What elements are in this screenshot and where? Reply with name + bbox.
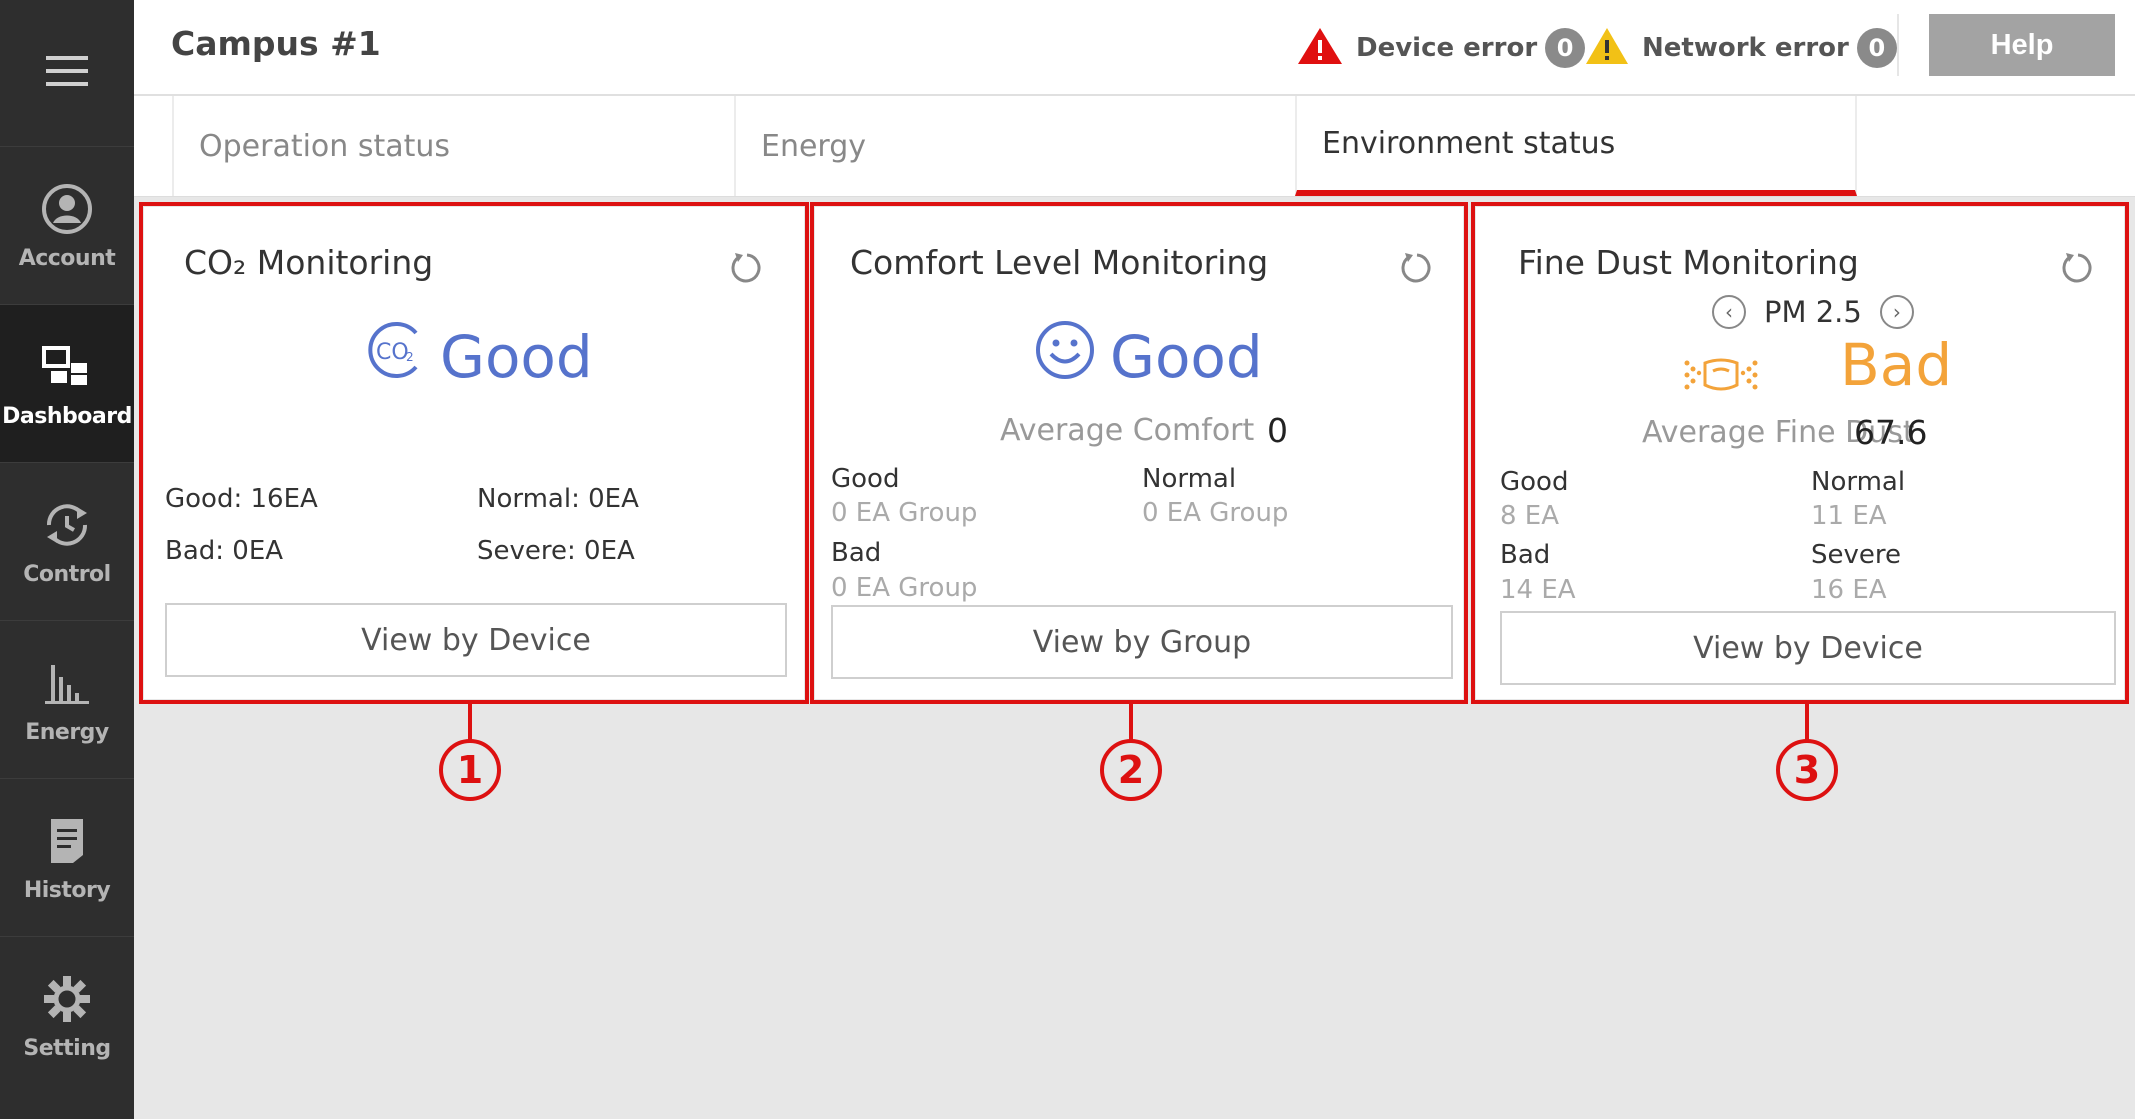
card-title: Comfort Level Monitoring — [850, 243, 1269, 282]
co2-severe-count: Severe: 0EA — [477, 536, 635, 566]
comfort-level-card: Comfort Level Monitoring Good Average Co… — [815, 207, 1463, 699]
sidebar-item-dashboard[interactable]: Dashboard — [0, 304, 134, 462]
refresh-icon[interactable] — [730, 251, 766, 287]
sidebar-item-account[interactable]: Account — [0, 146, 134, 304]
network-error-count: 0 — [1856, 28, 1897, 68]
callout-badge-2: 2 — [1100, 739, 1162, 801]
comfort-good-value: 0 EA Group — [831, 498, 978, 528]
average-comfort-value: 0 — [1267, 411, 1288, 450]
average-fine-dust-value: 67.6 — [1854, 413, 1928, 452]
callout-badge-1: 1 — [439, 739, 501, 801]
sidebar-item-label: Setting — [23, 1036, 111, 1061]
dust-severe-label: Severe — [1811, 540, 1901, 570]
history-icon — [38, 812, 96, 870]
device-error-indicator[interactable]: Device error 0 — [1296, 26, 1586, 70]
average-comfort-label: Average Comfort — [1000, 413, 1255, 448]
callout-badge-3: 3 — [1776, 739, 1838, 801]
account-icon — [38, 180, 96, 238]
chevron-right-icon[interactable]: › — [1879, 295, 1914, 329]
dust-good-label: Good — [1500, 467, 1569, 497]
view-by-device-button[interactable]: View by Device — [165, 603, 787, 677]
pm-selector: ‹ PM 2.5 › — [1712, 295, 1914, 329]
chevron-left-icon[interactable]: ‹ — [1712, 295, 1746, 329]
smile-icon — [1034, 319, 1096, 395]
network-error-label: Network error — [1642, 33, 1849, 63]
refresh-icon[interactable] — [1400, 251, 1436, 287]
dust-bad-value: 14 EA — [1500, 575, 1576, 605]
svg-text:2: 2 — [406, 350, 414, 364]
callout-line — [1129, 702, 1133, 742]
gear-icon — [38, 970, 96, 1028]
card-title: Fine Dust Monitoring — [1518, 243, 1859, 282]
sidebar-item-label: History — [23, 878, 111, 903]
co2-icon: CO 2 — [364, 319, 426, 395]
sidebar-item-control[interactable]: Control — [0, 462, 134, 620]
fine-dust-card: Fine Dust Monitoring ‹ PM 2.5 › Bad Aver… — [1476, 207, 2124, 699]
tab-bar: Operation status Energy Environment stat… — [134, 96, 2135, 197]
sidebar-item-label: Energy — [25, 720, 109, 745]
dust-bad-label: Bad — [1500, 540, 1551, 570]
co2-monitoring-card: CO₂ Monitoring CO 2 Good Good: 16EA Norma… — [144, 207, 804, 699]
sidebar-item-energy[interactable]: Energy — [0, 620, 134, 778]
callout-line — [1805, 702, 1809, 742]
comfort-bad-label: Bad — [831, 538, 882, 568]
view-by-device-button[interactable]: View by Device — [1500, 611, 2116, 685]
energy-chart-icon — [38, 654, 96, 712]
device-error-label: Device error — [1356, 33, 1538, 63]
refresh-icon[interactable] — [2061, 251, 2097, 287]
comfort-normal-value: 0 EA Group — [1142, 498, 1289, 528]
comfort-bad-value: 0 EA Group — [831, 573, 978, 603]
yellow-warning-icon — [1584, 26, 1630, 70]
sidebar-item-label: Account — [18, 246, 116, 271]
red-warning-icon — [1296, 26, 1344, 70]
dust-mask-icon — [1681, 353, 1761, 401]
top-header: Campus #1 Device error 0 Network error 0… — [134, 0, 2135, 96]
svg-text:CO: CO — [376, 340, 409, 365]
co2-status: CO 2 Good — [364, 319, 593, 395]
callout-line — [468, 702, 472, 742]
dust-severe-value: 16 EA — [1811, 575, 1887, 605]
sidebar-item-label: Dashboard — [2, 404, 132, 429]
dust-normal-label: Normal — [1811, 467, 1906, 497]
help-button[interactable]: Help — [1929, 14, 2115, 76]
comfort-good-label: Good — [831, 464, 900, 494]
sidebar-item-label: Control — [23, 562, 111, 587]
dust-good-value: 8 EA — [1500, 501, 1560, 531]
co2-normal-count: Normal: 0EA — [477, 484, 639, 514]
co2-bad-count: Bad: 0EA — [165, 536, 284, 566]
page-title: Campus #1 — [171, 24, 381, 63]
header-divider — [1897, 14, 1899, 76]
sidebar-item-setting[interactable]: Setting — [0, 936, 134, 1094]
comfort-status: Good — [1034, 319, 1263, 395]
tab-environment-status[interactable]: Environment status — [1295, 96, 1857, 196]
tab-operation-status[interactable]: Operation status — [172, 96, 734, 196]
co2-status-text: Good — [440, 323, 593, 391]
menu-button[interactable] — [0, 0, 134, 146]
dashboard-content: CO₂ Monitoring CO 2 Good Good: 16EA Norma… — [134, 197, 2135, 1119]
view-by-group-button[interactable]: View by Group — [831, 605, 1453, 679]
dashboard-icon — [38, 338, 96, 396]
tab-energy[interactable]: Energy — [734, 96, 1295, 196]
sidebar: Account Dashboard Control Energy History… — [0, 0, 134, 1119]
card-title: CO₂ Monitoring — [184, 243, 434, 282]
comfort-status-text: Good — [1110, 323, 1263, 391]
co2-good-count: Good: 16EA — [165, 484, 318, 514]
network-error-indicator[interactable]: Network error 0 — [1584, 26, 1897, 70]
hamburger-icon — [46, 54, 88, 92]
dust-normal-value: 11 EA — [1811, 501, 1887, 531]
device-error-count: 0 — [1545, 28, 1586, 68]
control-icon — [38, 496, 96, 554]
dust-status-text: Bad — [1840, 331, 1953, 399]
sidebar-item-history[interactable]: History — [0, 778, 134, 936]
comfort-normal-label: Normal — [1142, 464, 1237, 494]
pm-type-label: PM 2.5 — [1764, 295, 1862, 329]
